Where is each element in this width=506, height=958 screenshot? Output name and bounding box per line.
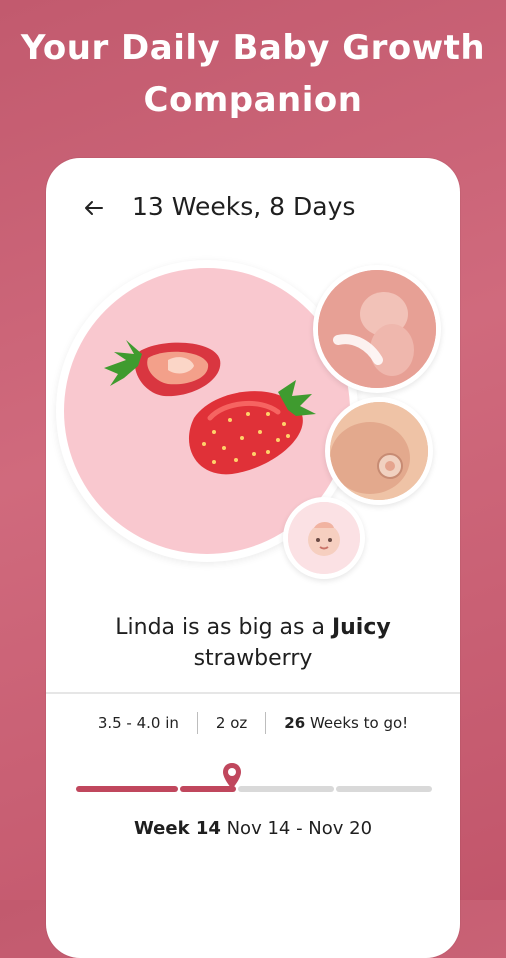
arrow-left-icon — [85, 201, 103, 215]
location-pin-icon — [223, 763, 241, 789]
length-stat: 3.5 - 4.0 in — [97, 714, 179, 732]
weeks-remaining-number: 26 — [284, 714, 306, 732]
weeks-remaining-stat: 26 Weeks to go! — [266, 714, 426, 732]
page-title: 13 Weeks, 8 Days — [132, 192, 356, 221]
phone-screen: 13 Weeks, 8 Days Linda is as big as a Ju… — [46, 158, 460, 958]
caption-highlight-1: Juicy — [331, 615, 391, 640]
app-header: 13 Weeks, 8 Days — [46, 158, 460, 258]
headline-line-2: Companion — [143, 80, 363, 120]
promo-headline: Your Daily Baby Growth Companion — [0, 22, 506, 126]
pregnancy-timeline[interactable] — [76, 762, 432, 802]
caption-highlight-2: strawberry — [193, 646, 313, 671]
size-comparison-caption: Linda is as big as a Juicy strawberry — [46, 612, 460, 674]
fetus-image — [318, 270, 436, 388]
week-dates: Nov 14 - Nov 20 — [220, 818, 373, 839]
week-label: Week 14 — [133, 818, 221, 839]
baby-face-icon — [288, 502, 360, 574]
week-date-range: Week 14 Nov 14 - Nov 20 — [46, 818, 460, 839]
headline-line-1: Your Daily Baby Growth — [20, 28, 486, 68]
timeline-segment-1 — [76, 786, 178, 792]
weeks-remaining-text: Weeks to go! — [305, 714, 409, 732]
timeline-segment-3 — [238, 786, 334, 792]
baby-stats-row: 3.5 - 4.0 in 2 oz 26 Weeks to go! — [46, 708, 460, 738]
section-divider — [46, 692, 460, 694]
caption-prefix: Linda is as big as a — [115, 615, 332, 640]
weight-stat: 2 oz — [215, 714, 248, 732]
belly-image — [330, 402, 428, 500]
back-button[interactable] — [80, 194, 108, 222]
timeline-segment-4 — [336, 786, 432, 792]
baby-face-image — [288, 502, 360, 574]
fetus-icon — [318, 270, 436, 388]
belly-icon — [330, 402, 428, 500]
